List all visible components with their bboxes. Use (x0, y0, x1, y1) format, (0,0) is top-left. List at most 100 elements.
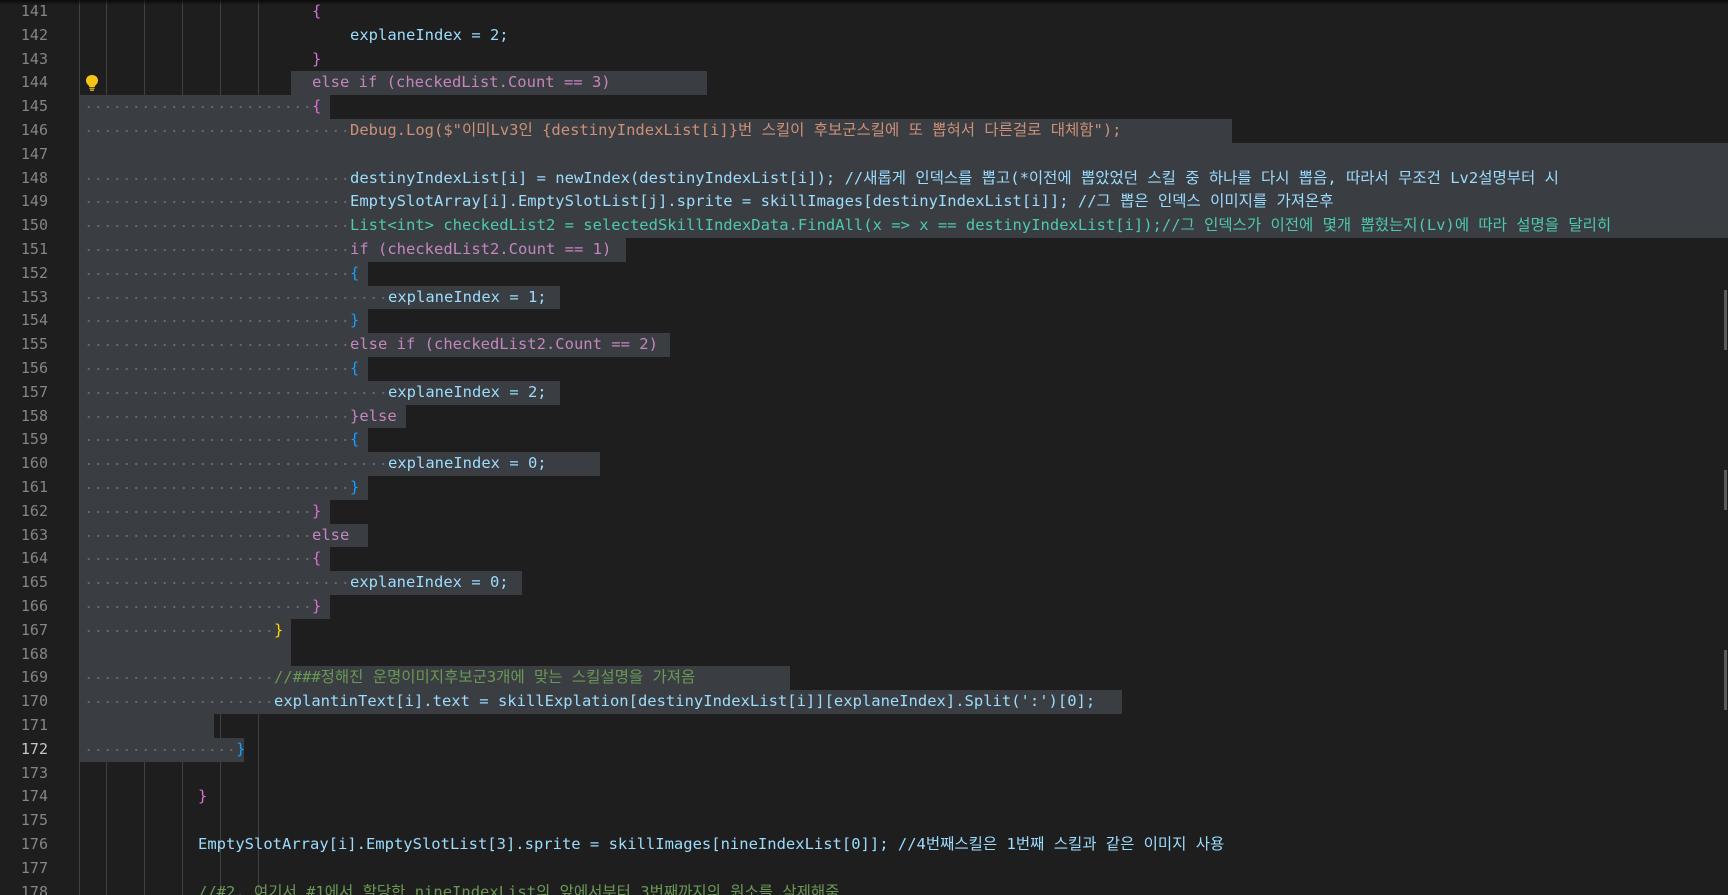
line-number: 151 (20, 240, 48, 258)
line-number: 144 (20, 73, 48, 92)
code-line-164: { (312, 549, 322, 568)
code-line-162: } (312, 501, 322, 520)
selection-band (80, 142, 1728, 167)
code-editor[interactable]: 141 142 143 144 145 146 147 148 149 150 151 152 153 1… (0, 0, 1728, 895)
line-number: 154 (20, 311, 48, 330)
code-line-159: { (350, 430, 360, 449)
selection-band (80, 642, 291, 667)
whitespace-markers (84, 238, 348, 262)
whitespace-markers (84, 476, 348, 500)
whitespace-markers (84, 618, 272, 643)
line-number: 170 (20, 692, 48, 711)
line-number: 166 (20, 597, 48, 615)
code-area[interactable]: { explaneIndex = 2; } else if (checkedLi… (79, 0, 1728, 895)
whitespace-markers (84, 119, 348, 143)
line-number: 148 (20, 168, 48, 187)
code-line-149: EmptySlotArray[i].EmptySlotList[j].sprit… (350, 192, 1334, 211)
code-line-160: explaneIndex = 0; (388, 454, 547, 473)
line-number: 153 (20, 287, 48, 306)
code-line-146: Debug.Log($"이미Lv3인 {destinyIndexList[i]}… (350, 121, 1122, 139)
code-line-148: destinyIndexList[i] = newIndex(destinyIn… (350, 168, 1559, 187)
whitespace-markers (84, 309, 348, 334)
code-line-145: { (312, 97, 322, 116)
whitespace-markers (84, 380, 386, 405)
whitespace-markers (84, 428, 348, 453)
code-line-143: } (312, 49, 322, 68)
line-number: 178 (20, 882, 48, 895)
line-number: 147 (20, 144, 48, 163)
line-number: 165 (20, 573, 48, 592)
code-line-156: { (350, 359, 360, 377)
line-number: 167 (20, 620, 48, 639)
code-line-169: //###정해진 운명이미지후보군3개에 맞는 스킬설명을 가져옴 (274, 668, 696, 687)
line-number: 158 (20, 406, 48, 425)
whitespace-markers (84, 166, 348, 191)
code-line-167: } (274, 620, 284, 639)
whitespace-markers (84, 666, 272, 691)
whitespace-markers (84, 547, 310, 572)
line-number: 169 (20, 668, 48, 687)
line-number: 176 (20, 835, 48, 853)
line-number: 168 (20, 644, 48, 663)
line-number: 163 (20, 525, 48, 544)
whitespace-markers (84, 499, 310, 524)
code-line-155: else if (checkedList2.Count == 2) (350, 335, 658, 354)
line-number: 177 (20, 858, 48, 877)
code-line-165: explaneIndex = 0; (350, 573, 509, 592)
whitespace-markers (84, 690, 272, 714)
whitespace-markers (84, 595, 310, 619)
code-line-154: } (350, 311, 360, 330)
line-number: 159 (20, 430, 48, 449)
whitespace-markers (84, 404, 348, 429)
whitespace-markers (84, 214, 348, 238)
ruler-mark (1724, 470, 1727, 510)
line-number: 152 (20, 263, 48, 282)
code-line-157: explaneIndex = 2; (388, 382, 547, 401)
line-number: 142 (20, 25, 48, 44)
code-line-178: //#2. 여기서 #1에서 할당한 nineIndexList의 앞에서부터 … (198, 882, 840, 895)
code-line-152: { (350, 263, 360, 282)
line-number: 175 (20, 811, 48, 830)
line-number: 155 (20, 335, 48, 354)
code-line-166: } (312, 597, 322, 615)
ruler-mark (1724, 290, 1727, 350)
line-number: 164 (20, 549, 48, 568)
code-line-161: } (350, 478, 360, 496)
line-number: 150 (20, 216, 48, 235)
line-number-gutter: 141 142 143 144 145 146 147 148 149 150 151 152 153 1… (0, 0, 80, 895)
code-line-150: List<int> checkedList2 = selectedSkillIn… (350, 216, 1612, 235)
line-number: 145 (20, 97, 48, 116)
selection-band (80, 714, 214, 738)
whitespace-markers (84, 452, 386, 476)
line-number: 157 (20, 382, 48, 401)
overview-ruler[interactable] (1716, 0, 1728, 895)
code-line-158: }else (350, 406, 397, 425)
line-number: 146 (20, 121, 48, 139)
line-number: 174 (20, 787, 48, 806)
whitespace-markers (84, 737, 234, 762)
code-line-151: if (checkedList2.Count == 1) (350, 240, 612, 258)
whitespace-markers (84, 571, 348, 595)
code-line-144: else if (checkedList.Count == 3) (312, 73, 611, 92)
code-line-170: explantinText[i].text = skillExplation[d… (274, 692, 1096, 711)
code-line-142: explaneIndex = 2; (350, 25, 509, 44)
code-line-163: else (312, 525, 350, 544)
line-number: 172 (20, 739, 48, 758)
whitespace-markers (84, 333, 348, 357)
line-number: 156 (20, 359, 48, 377)
whitespace-markers (84, 190, 348, 215)
whitespace-markers (84, 285, 386, 310)
whitespace-markers (84, 95, 310, 119)
code-line-172: } (236, 739, 246, 758)
whitespace-markers (84, 357, 348, 381)
code-line-174: } (198, 787, 208, 806)
line-number: 171 (20, 716, 48, 734)
line-number: 143 (20, 49, 48, 68)
scroll-shadow (0, 0, 1728, 5)
line-number: 161 (20, 478, 48, 496)
line-number: 149 (20, 192, 48, 211)
ruler-mark (1724, 650, 1727, 710)
code-line-176: EmptySlotArray[i].EmptySlotList[3].sprit… (198, 835, 1225, 853)
code-line-153: explaneIndex = 1; (388, 287, 547, 306)
line-number: 173 (20, 763, 48, 782)
